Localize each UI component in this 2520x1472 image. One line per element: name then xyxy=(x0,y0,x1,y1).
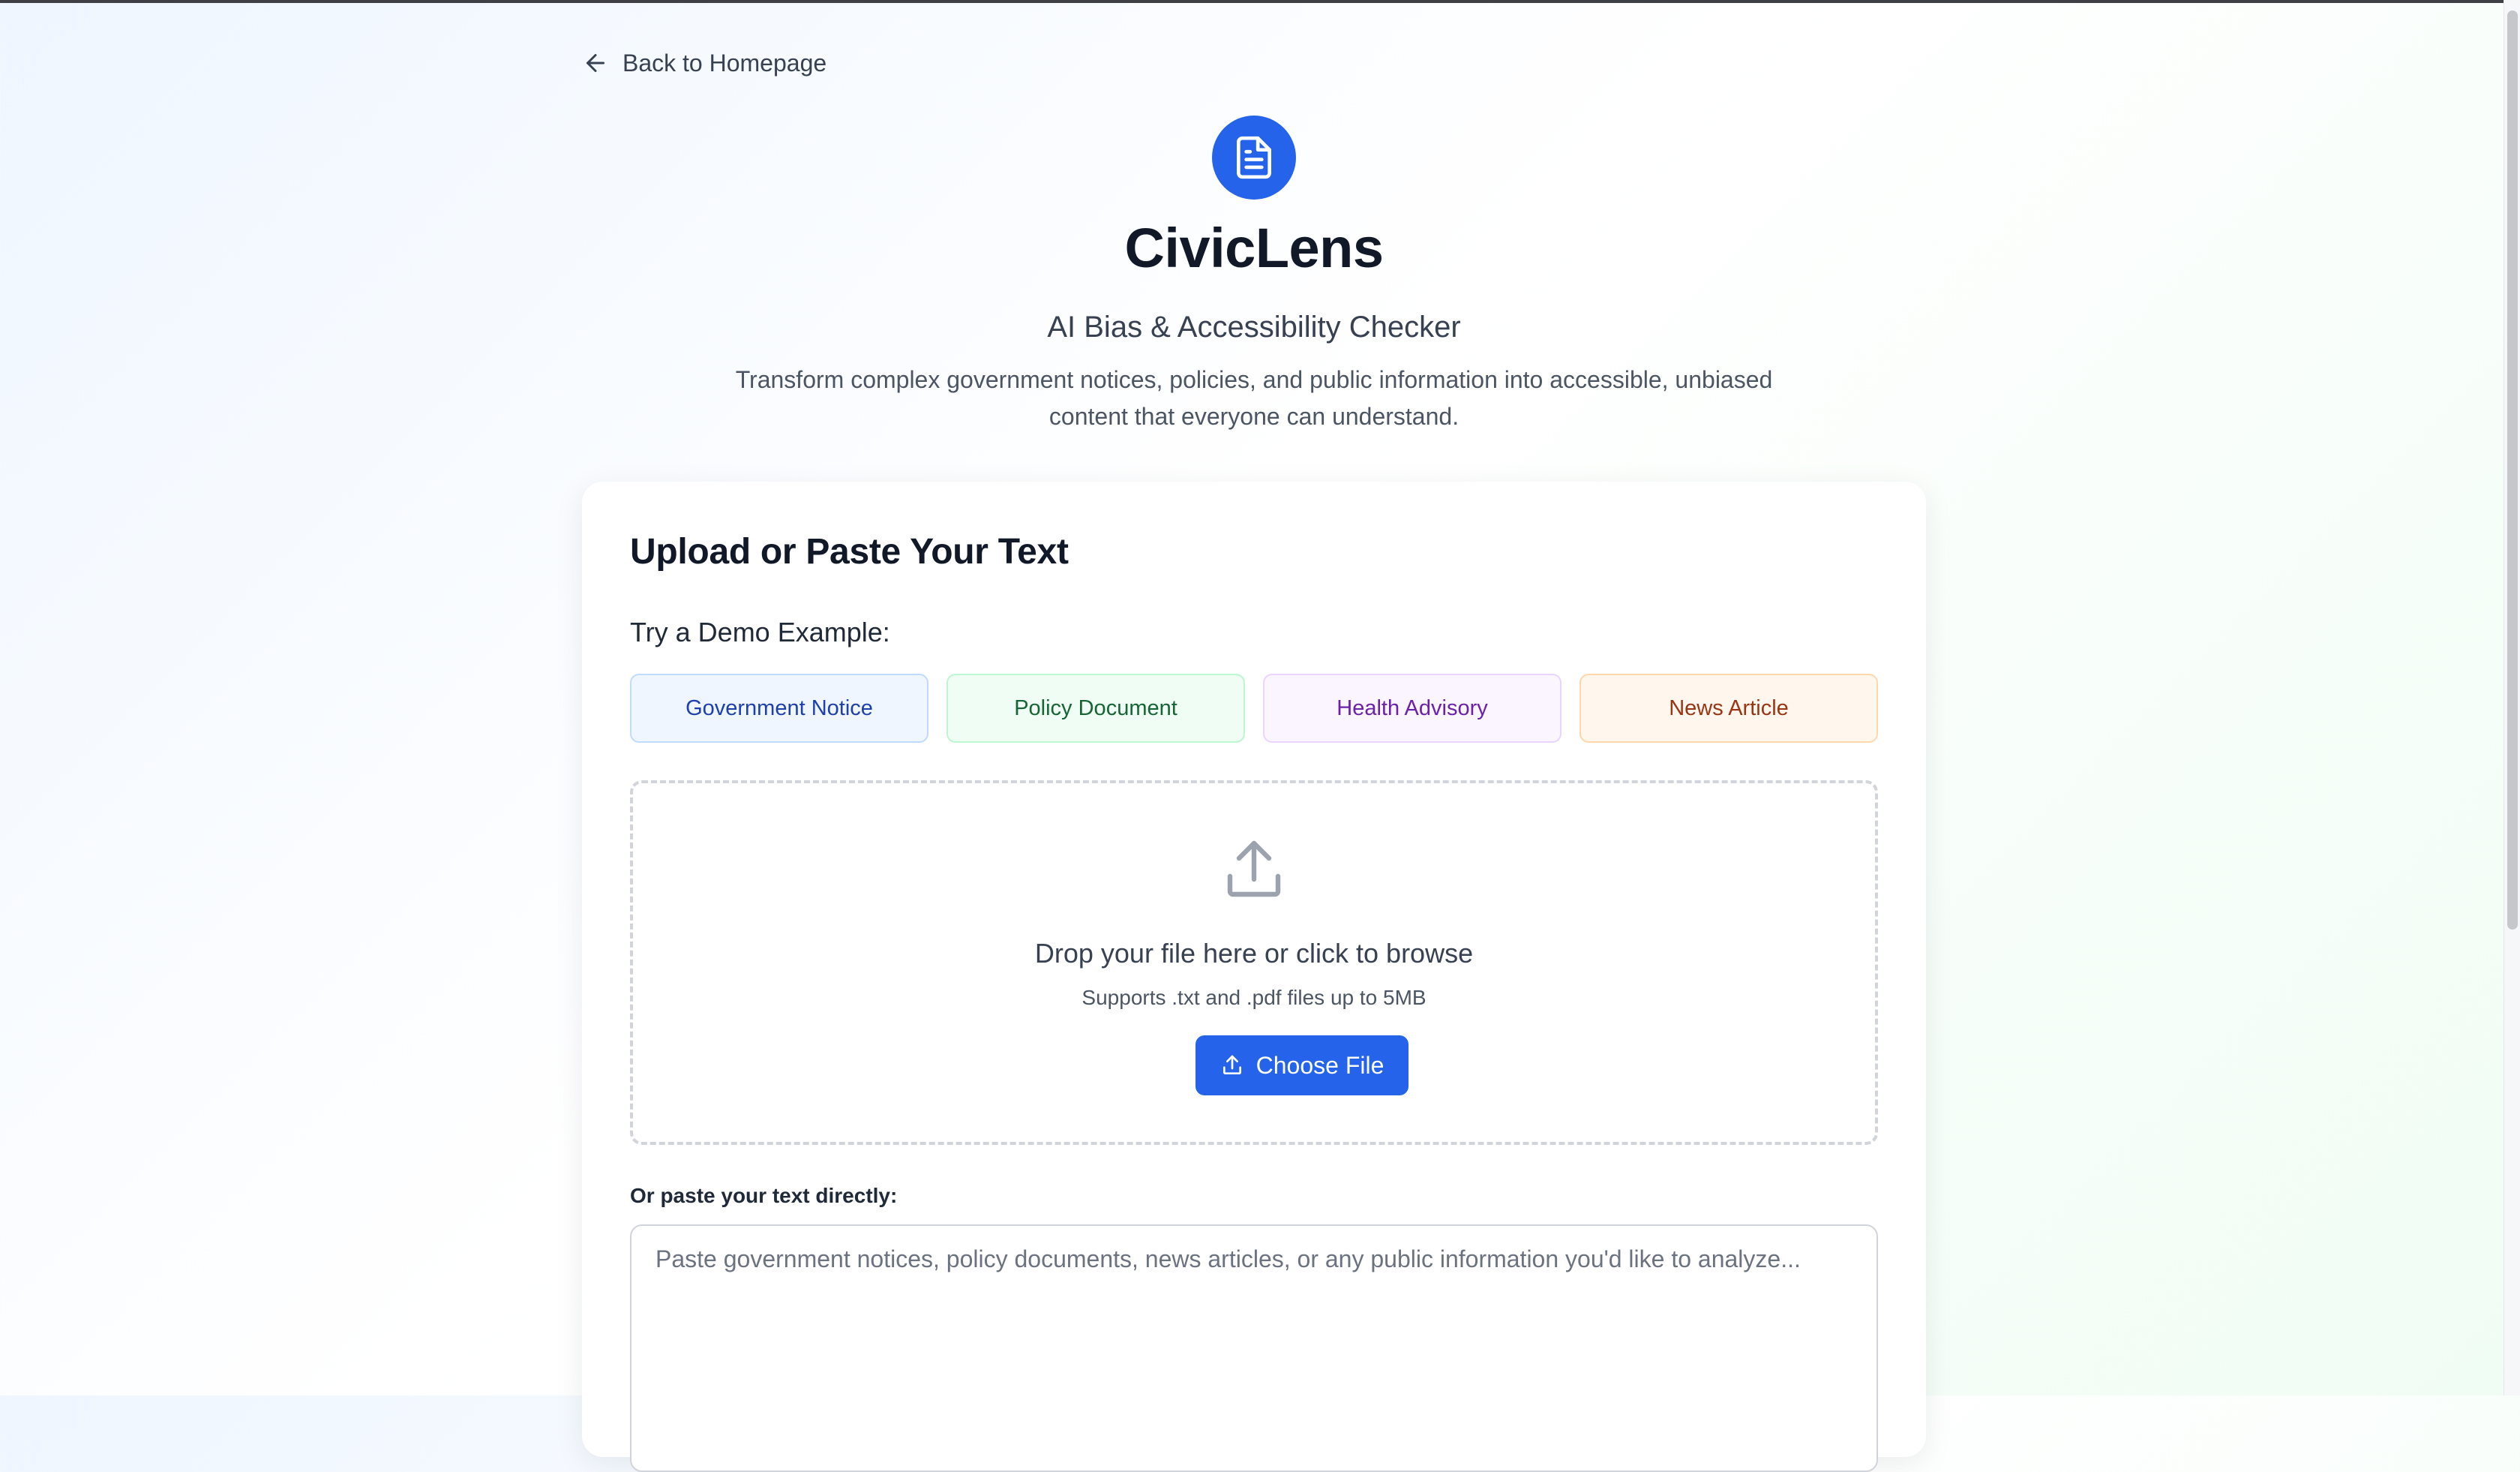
back-link-label: Back to Homepage xyxy=(622,49,827,77)
logo-badge xyxy=(1212,116,1296,200)
dropzone-hint: Supports .txt and .pdf files up to 5MB xyxy=(1082,986,1426,1009)
choose-file-button[interactable]: Choose File xyxy=(1196,1035,1408,1095)
demo-examples-label: Try a Demo Example: xyxy=(630,617,890,647)
scrollbar-thumb[interactable] xyxy=(2507,11,2518,930)
upload-icon xyxy=(1222,1055,1241,1074)
demo-examples-row: Government Notice Policy Document Health… xyxy=(630,674,1878,743)
demo-news-article-button[interactable]: News Article xyxy=(1580,674,1878,743)
app-title: CivicLens xyxy=(1124,217,1384,279)
dropzone-title: Drop your file here or click to browse xyxy=(1034,938,1474,969)
app-description: Transform complex government notices, po… xyxy=(735,366,1773,430)
demo-health-advisory-button[interactable]: Health Advisory xyxy=(1263,674,1562,743)
choose-file-label: Choose File xyxy=(1256,1051,1384,1079)
file-dropzone[interactable]: Drop your file here or click to browse S… xyxy=(630,780,1878,1145)
window-top-border xyxy=(0,0,2520,3)
upload-icon xyxy=(1227,840,1281,897)
vertical-scrollbar[interactable] xyxy=(2504,0,2520,1395)
arrow-left-icon xyxy=(586,54,604,72)
demo-government-notice-button[interactable]: Government Notice xyxy=(630,674,928,743)
paste-text-input[interactable] xyxy=(630,1224,1878,1472)
paste-text-label: Or paste your text directly: xyxy=(630,1184,898,1207)
app-subtitle: AI Bias & Accessibility Checker xyxy=(1047,311,1461,344)
back-to-homepage-link[interactable]: Back to Homepage xyxy=(582,45,826,81)
document-icon xyxy=(1237,136,1271,179)
card-title: Upload or Paste Your Text xyxy=(630,532,1069,572)
demo-policy-document-button[interactable]: Policy Document xyxy=(946,674,1245,743)
input-card: Upload or Paste Your Text Try a Demo Exa… xyxy=(582,482,1926,1472)
